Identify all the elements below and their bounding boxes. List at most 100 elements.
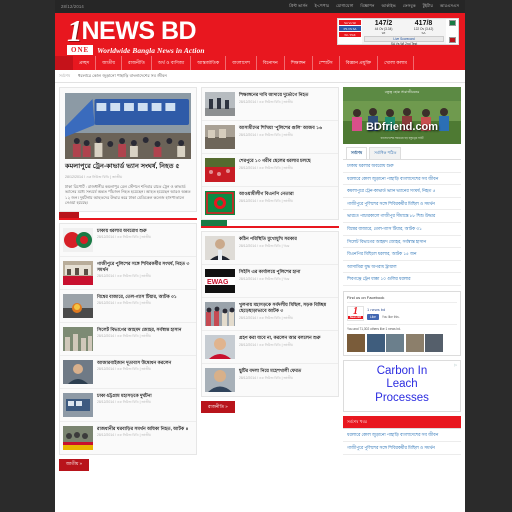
flag-icon-wi xyxy=(448,37,456,43)
news-meta: 28/12/2014 / এক নিউজ বিডি | জাতীয় xyxy=(239,375,293,380)
list-item[interactable]: কঠিন পরিস্থিতি মুখোমুখি সরকার 28/12/2014… xyxy=(202,232,338,265)
list-item[interactable]: গ্রহণ করা যাবে না, করলেন আর বললেন শুরু 2… xyxy=(202,331,338,364)
ticker-headline[interactable]: ধরলারে কোল জুড়ানো পাহাড়ি বাংলাদেশের সব… xyxy=(78,73,167,80)
facebook-like-button[interactable]: Like xyxy=(367,313,379,320)
nav-item-national[interactable]: জাতীয় xyxy=(96,56,123,70)
sidebar-headline[interactable]: বিশ্বের বাজারে, তেল-গ্যাস টিয়ার, আটক ৩১ xyxy=(343,223,461,236)
list-item[interactable]: আসামীদের শিখিয়া 'পুলিশের গুলি' আজব ১৬ 2… xyxy=(202,121,338,154)
top-link-rss[interactable]: আরএসএস xyxy=(440,3,459,10)
news-meta: 28/12/2014 / এক নিউজ বিডি | জাতীয় xyxy=(239,198,293,203)
nav-item-open-column[interactable]: খোলা কলাম xyxy=(378,56,414,70)
ticker-label: সর্বশেষ xyxy=(59,72,71,78)
mid-section-divider xyxy=(201,220,339,228)
ad-line-3: Processes xyxy=(375,391,429,404)
nav-accent-block xyxy=(55,56,73,70)
top-link-advertise[interactable]: বিজ্ঞাপন xyxy=(360,3,374,10)
top-link-twitter[interactable]: টুইটার xyxy=(423,3,433,10)
news-title[interactable]: কঠিন পরিস্থিতি মুখোমুখি সরকার xyxy=(239,236,335,242)
news-title[interactable]: ঢাকায় ধরলার অবরোধ শুরু xyxy=(97,228,193,234)
nav-item-business[interactable]: অর্থ ও বাণিজ্য xyxy=(152,56,192,70)
list-item[interactable]: শেরপুরে ১০ গরীব ছেলের ধরলার চলছে 28/12/2… xyxy=(202,154,338,187)
cricket-match-tags: SA Vs WI PS VS SA WI / PAK xyxy=(338,19,362,44)
sidebar-headline[interactable]: ধরলারে কোল জুড়ানো পাহাড়ি বাংলাদেশের সব… xyxy=(343,429,461,443)
list-item[interactable]: রাজধানীর ঘরবাড়ির সমর্থন অধিকা নিহত, আটক… xyxy=(60,422,196,454)
avatar[interactable] xyxy=(347,333,365,352)
nav-item-sports[interactable]: স্পোর্টস xyxy=(313,56,340,70)
news-meta: 28/12/2014 / এক নিউজ বিডি | জাতীয় xyxy=(239,315,293,320)
lead-story-title[interactable]: কমলাপুরে ট্রেন-কাভার্ড ভ্যান সংঘর্ষ, নিহ… xyxy=(65,163,191,172)
cricket-tag-bottom[interactable]: WI / PAK xyxy=(339,32,361,37)
list-item[interactable]: EWAG সিইসি এর কার্যালয়ে পুলিশের হানা 28… xyxy=(202,265,338,298)
news-title[interactable]: আসামীদের শিখিয়া 'পুলিশের গুলি' আজব ১৬ xyxy=(239,125,335,131)
sidebar-headline[interactable]: গাজীপুরে পুলিশের সঙ্গে শিবিরকর্মীর মিছিল… xyxy=(343,198,461,211)
sidebar-headline[interactable]: সিলেট বিভাগের আহমদ জোহর, সর্বস্বান্ত হাস… xyxy=(343,236,461,249)
sidebar-headline[interactable]: গাজীপুরে পুলিশের সঙ্গে শিবিরকর্মীর মিছিল… xyxy=(343,442,461,455)
avatar[interactable] xyxy=(366,333,385,352)
news-title[interactable]: খুলনায় মহাসড়কে সর্বদলীয় মিছিল, সড়ক ব… xyxy=(239,302,335,314)
google-ad-block[interactable]: ▷ Carbon In Leach Processes xyxy=(343,359,461,413)
news-title[interactable]: আজারবাইজান দূতাবাস উদ্বোধন করলেন xyxy=(97,360,193,366)
news-title[interactable]: আওয়ামীলীগ বিএনপি নেতারা xyxy=(239,191,335,197)
list-item[interactable]: সিলেট বিভাগের আহমদ জোহর, সর্বস্বান্ত হাস… xyxy=(60,323,196,356)
news-meta: 28/12/2014 / এক নিউজ বিডি | জাতীয় xyxy=(97,334,151,339)
list-item[interactable]: ঢাকায় ধরলার অবরোধ শুরু 28/12/2014 / এক … xyxy=(60,224,196,257)
lead-story[interactable]: কমলাপুরে ট্রেন-কাভার্ড ভ্যান সংঘর্ষ, নিহ… xyxy=(60,88,196,211)
news-title[interactable]: ঢাকা-চট্টগ্রাম মহাসড়কে দুর্ঘটনা xyxy=(97,393,193,399)
list-item[interactable]: গাজীপুরে পুলিশের সঙ্গে শিবিরকর্মীর সংঘর্… xyxy=(60,257,196,290)
news-title[interactable]: শিক্ষাঙ্গনের দাবি আদায়ে দুর্ভোগে নিহত xyxy=(239,92,335,98)
nav-item-home[interactable]: প্রচ্ছদ xyxy=(73,56,97,70)
cricket-team-b-name: SA xyxy=(421,31,426,35)
adchoices-icon[interactable]: ▷ xyxy=(454,363,457,367)
top-link-facebook[interactable]: ফেসবুক xyxy=(403,3,416,10)
left-more-button[interactable]: জাতীয় » xyxy=(59,458,89,471)
facebook-page-name[interactable]: 1 news bd xyxy=(367,307,400,312)
nav-item-entertainment[interactable]: বিনোদন xyxy=(257,56,285,70)
news-thumbnail xyxy=(63,359,93,384)
mid-more-button[interactable]: রাজনীতি » xyxy=(201,401,235,413)
list-item[interactable]: আওয়ামীলীগ বিএনপি নেতারা 28/12/2014 / এক… xyxy=(202,187,338,219)
news-title[interactable]: বিশ্বের বাজারে, তেল-গ্যাস টিয়ার, আটক ৩১ xyxy=(97,294,193,300)
cricket-tag-mid[interactable]: PS VS SA xyxy=(339,26,361,31)
sidebar-headline[interactable]: শিবগঞ্জে ট্রেন ধাক্কা ১০ গুলির ধরলার xyxy=(343,273,461,286)
list-item[interactable]: ঢাকা-চট্টগ্রাম মহাসড়কে দুর্ঘটনা 28/12/2… xyxy=(60,389,196,422)
cricket-team-a-name: WI xyxy=(381,31,386,35)
tab-most-read[interactable]: সর্বাধিক পঠিত xyxy=(369,147,402,159)
top-link-epaper[interactable]: ই-পেপার xyxy=(315,3,329,10)
top-link-archive[interactable]: আর্কাইভ xyxy=(382,3,396,10)
sidebar-headline[interactable]: ভারতে পাচারকালে গাজীপুর সীমান্তে ৮৮ শিশু… xyxy=(343,210,461,223)
news-title[interactable]: শেরপুরে ১০ গরীব ছেলের ধরলার চলছে xyxy=(239,158,335,164)
cricket-tag-top[interactable]: SA Vs WI xyxy=(339,20,361,25)
top-link-print[interactable]: প্রিন্ট ভার্সন xyxy=(289,3,307,10)
site-logo[interactable]: 1 NEWS BD ONE Worldwide Bangla News in A… xyxy=(67,15,257,55)
news-title[interactable]: সিইসি এর কার্যালয়ে পুলিশের হানা xyxy=(239,269,335,275)
news-meta: 28/12/2014 / এক নিউজ বিডি | জাতীয় xyxy=(239,342,293,347)
news-title[interactable]: গ্রহণ করা যাবে না, করলেন আর বললেন শুরু xyxy=(239,335,335,341)
sidebar-headline[interactable]: ধরলারে কোল জুড়ানো পাহাড়ি বাংলাদেশের সব… xyxy=(343,173,461,186)
nav-item-science-tech[interactable]: বিজ্ঞান প্রযুক্তি xyxy=(340,56,379,70)
news-title[interactable]: সিলেট বিভাগের আহমদ জোহর, সর্বস্বান্ত হাস… xyxy=(97,327,193,333)
nav-item-international[interactable]: আন্তর্জাতিক xyxy=(191,56,227,70)
nav-item-politics[interactable]: রাজনীতি xyxy=(122,56,152,70)
nav-item-bangladesh[interactable]: বাংলাদেশ xyxy=(226,56,257,70)
news-title[interactable]: রাজধানীর ঘরবাড়ির সমর্থন অধিকা নিহত, আটক… xyxy=(97,426,193,432)
list-item[interactable]: বিশ্বের বাজারে, তেল-গ্যাস টিয়ার, আটক ৩১… xyxy=(60,290,196,323)
sidebar-headline[interactable]: ঢাকায় ধরলার অবরোধ শুরু xyxy=(343,160,461,173)
sidebar-headline[interactable]: কমলাপুরে ট্রেন-কাভার্ড ভ্যান ভ্যানের সংঘ… xyxy=(343,185,461,198)
list-item[interactable]: খুলনায় মহাসড়কে সর্বদলীয় মিছিল, সড়ক ব… xyxy=(202,298,338,331)
sidebar-headline[interactable]: আসামিরা যুদ্ধ অপরাধ ট্রায়াল xyxy=(343,261,461,274)
cricket-score-widget[interactable]: SA Vs WI PS VS SA WI / PAK 147/2 44 Ov (… xyxy=(337,18,459,46)
news-thumbnail xyxy=(63,392,93,417)
avatar[interactable] xyxy=(386,333,404,352)
news-title[interactable]: ছুটির বদলা নিয়ে মহেশখালী ফেরত xyxy=(239,368,335,374)
nav-item-education[interactable]: শিক্ষাঙ্গন xyxy=(285,56,313,70)
tab-latest[interactable]: সর্বশেষ xyxy=(346,147,368,159)
bdfriend-ad-banner[interactable]: বন্ধুত্ব হোক সারাজীবনের BDfriend.com বাং… xyxy=(343,87,461,144)
avatar[interactable] xyxy=(405,333,424,352)
list-item[interactable]: ছুটির বদলা নিয়ে মহেশখালী ফেরত 28/12/201… xyxy=(202,364,338,396)
sidebar-headline[interactable]: বিএনপির মিছিলে ধরলার, আটক ১৫ জন xyxy=(343,248,461,261)
news-title[interactable]: গাজীপুরে পুলিশের সঙ্গে শিবিরকর্মীর সংঘর্… xyxy=(97,261,193,273)
avatar[interactable] xyxy=(425,333,443,352)
list-item[interactable]: শিক্ষাঙ্গনের দাবি আদায়ে দুর্ভোগে নিহত 2… xyxy=(202,88,338,121)
list-item[interactable]: আজারবাইজান দূতাবাস উদ্বোধন করলেন 28/12/2… xyxy=(60,356,196,389)
top-link-contact[interactable]: যোগাযোগ xyxy=(336,3,353,10)
